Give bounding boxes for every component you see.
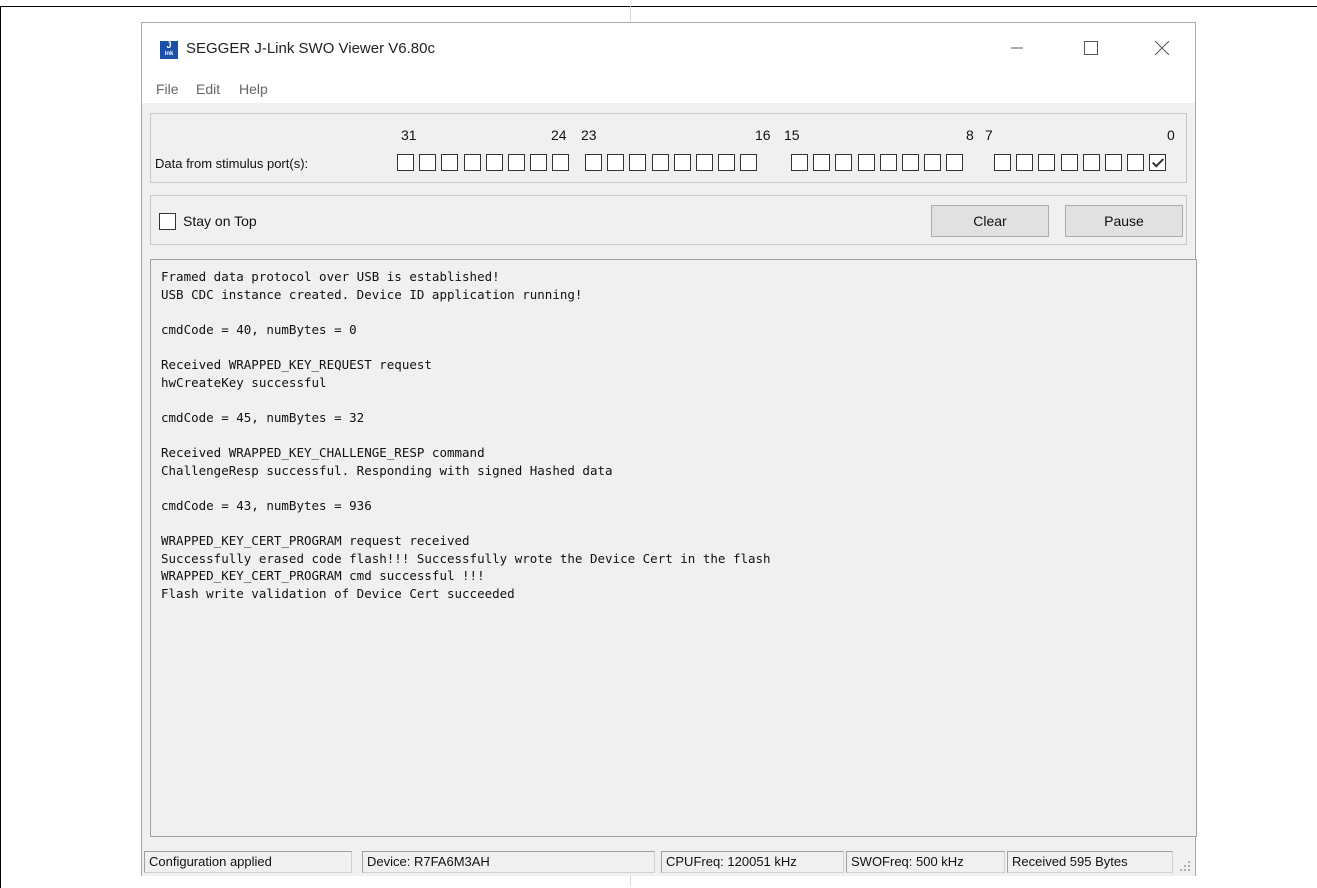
log-line: cmdCode = 40, numBytes = 0 <box>161 321 357 337</box>
bit-label-31: 31 <box>401 127 417 143</box>
bit-label-23: 23 <box>581 127 597 143</box>
stimulus-port-checkbox-16[interactable] <box>740 154 758 171</box>
stimulus-port-checkbox-17[interactable] <box>718 154 736 171</box>
stay-on-top-label: Stay on Top <box>183 213 257 229</box>
stimulus-port-checkbox-20[interactable] <box>651 154 669 171</box>
log-line: hwCreateKey successful <box>161 374 327 390</box>
stimulus-port-checkbox-6[interactable] <box>1016 154 1034 171</box>
stimulus-port-checkbox-15[interactable] <box>791 154 808 171</box>
control-panel: Stay on Top Clear Pause <box>150 195 1187 245</box>
stimulus-port-checkbox-14[interactable] <box>813 154 831 171</box>
stimulus-port-checkbox-4[interactable] <box>1060 154 1078 171</box>
stimulus-port-checkbox-27[interactable] <box>485 154 503 171</box>
window-title: SEGGER J-Link SWO Viewer V6.80c <box>186 40 435 57</box>
stimulus-port-checkbox-31[interactable] <box>397 154 414 171</box>
status-swofreq: SWOFreq: 500 kHz <box>846 851 1005 873</box>
stimulus-port-checkbox-5[interactable] <box>1038 154 1056 171</box>
stimulus-port-checkbox-1[interactable] <box>1127 154 1145 171</box>
stimulus-port-checkbox-9[interactable] <box>924 154 942 171</box>
stimulus-port-checkbox-23[interactable] <box>585 154 602 171</box>
stimulus-port-checkbox-18[interactable] <box>696 154 713 171</box>
maximize-button[interactable] <box>1068 33 1114 63</box>
status-device: Device: R7FA6M3AH <box>362 851 655 873</box>
log-line: USB CDC instance created. Device ID appl… <box>161 286 583 302</box>
bit-label-24: 24 <box>551 127 567 143</box>
menu-edit[interactable]: Edit <box>196 81 220 97</box>
menu-file[interactable]: File <box>156 81 179 97</box>
status-cpufreq: CPUFreq: 120051 kHz <box>661 851 844 873</box>
stimulus-port-checkbox-25[interactable] <box>530 154 548 171</box>
stimulus-port-checkbox-2[interactable] <box>1105 154 1122 171</box>
pause-button[interactable]: Pause <box>1065 205 1183 237</box>
stimulus-port-checkbox-30[interactable] <box>419 154 437 171</box>
log-line: cmdCode = 43, numBytes = 936 <box>161 497 372 513</box>
swo-viewer-window: Jink SEGGER J-Link SWO Viewer V6.80c Fil… <box>141 22 1197 876</box>
close-icon <box>1155 41 1169 55</box>
menu-help[interactable]: Help <box>239 81 268 97</box>
log-line: WRAPPED_KEY_CERT_PROGRAM request receive… <box>161 533 470 548</box>
minimize-button[interactable] <box>994 33 1040 63</box>
status-bar: Configuration applied Device: R7FA6M3AH … <box>142 847 1195 876</box>
maximize-icon <box>1084 41 1098 55</box>
log-line: WRAPPED_KEY_CERT_PROGRAM cmd successful … <box>161 568 485 584</box>
status-config: Configuration applied <box>144 851 352 873</box>
stimulus-port-checkbox-0[interactable] <box>1149 154 1167 171</box>
log-line: cmdCode = 45, numBytes = 32 <box>161 409 365 425</box>
log-line: ChallengeResp successful. Responding wit… <box>161 462 613 478</box>
bit-label-16: 16 <box>755 127 771 143</box>
stimulus-port-caption: Data from stimulus port(s): <box>155 156 309 171</box>
stimulus-port-checkbox-19[interactable] <box>673 154 691 171</box>
bit-label-7: 7 <box>985 127 993 143</box>
log-line: Received WRAPPED_KEY_REQUEST request <box>161 357 432 372</box>
stimulus-port-checkbox-11[interactable] <box>879 154 897 171</box>
stimulus-port-checkbox-26[interactable] <box>508 154 525 171</box>
resize-grip-icon[interactable] <box>1179 860 1191 872</box>
stimulus-port-checkbox-13[interactable] <box>835 154 853 171</box>
jlink-app-icon: Jink <box>160 41 178 59</box>
stimulus-port-checkbox-29[interactable] <box>441 154 459 171</box>
log-line: Framed data protocol over USB is establi… <box>161 269 500 284</box>
clear-button[interactable]: Clear <box>931 205 1049 237</box>
menu-bar: File Edit Help <box>142 73 1195 103</box>
log-line: Flash write validation of Device Cert su… <box>161 585 515 601</box>
stimulus-port-checkbox-28[interactable] <box>463 154 481 171</box>
stimulus-port-checkbox-7[interactable] <box>994 154 1011 171</box>
bit-label-0: 0 <box>1167 127 1175 143</box>
title-bar: Jink SEGGER J-Link SWO Viewer V6.80c <box>142 23 1195 73</box>
close-button[interactable] <box>1139 33 1185 63</box>
stimulus-port-checkbox-8[interactable] <box>946 154 964 171</box>
stay-on-top-checkbox[interactable] <box>159 213 176 230</box>
swo-output-log[interactable]: Framed data protocol over USB is establi… <box>150 259 1197 837</box>
stimulus-port-checkbox-21[interactable] <box>629 154 647 171</box>
stimulus-port-checkbox-10[interactable] <box>902 154 919 171</box>
log-line: Received WRAPPED_KEY_CHALLENGE_RESP comm… <box>161 445 485 460</box>
log-line: Successfully erased code flash!!! Succes… <box>161 550 771 566</box>
stimulus-port-checkbox-12[interactable] <box>857 154 875 171</box>
stimulus-port-checkbox-22[interactable] <box>607 154 625 171</box>
stimulus-port-panel: 31 24 23 16 15 8 7 0 Data from stimulus … <box>150 113 1187 183</box>
status-received: Received 595 Bytes <box>1007 851 1173 873</box>
bit-label-8: 8 <box>966 127 974 143</box>
bit-label-15: 15 <box>784 127 800 143</box>
stimulus-port-checkbox-24[interactable] <box>552 154 570 171</box>
minimize-icon <box>1011 47 1023 49</box>
stimulus-port-checkbox-3[interactable] <box>1082 154 1100 171</box>
